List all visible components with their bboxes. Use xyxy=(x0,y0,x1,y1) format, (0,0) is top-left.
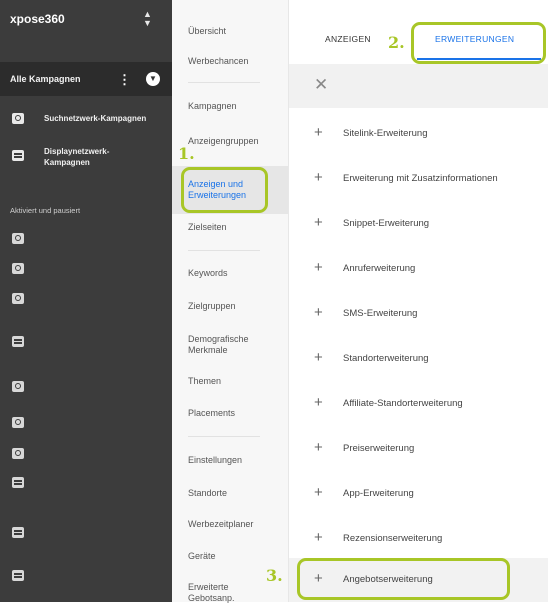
plus-icon: + xyxy=(314,304,323,321)
tab-ads[interactable]: ANZEIGEN xyxy=(325,34,371,44)
annotation-box-step-1 xyxy=(181,167,268,213)
extension-row-sms[interactable]: + SMS-Erweiterung xyxy=(289,292,548,336)
annotation-step-2: 2. xyxy=(388,33,405,52)
extension-label: Snippet-Erweiterung xyxy=(343,218,430,229)
extension-row-call[interactable]: + Anruferweiterung xyxy=(289,247,548,291)
expand-collapse-icon[interactable]: ▲ ▼ xyxy=(143,10,152,28)
search-icon[interactable] xyxy=(12,293,24,304)
search-icon[interactable] xyxy=(12,233,24,244)
plus-icon: + xyxy=(314,214,323,231)
nav-item-overview[interactable]: Übersicht xyxy=(188,26,283,37)
extension-row-price[interactable]: + Preiserweiterung xyxy=(289,427,548,471)
extension-row-app[interactable]: + App-Erweiterung xyxy=(289,472,548,516)
search-icon xyxy=(12,113,24,124)
account-name: xpose360 xyxy=(10,12,65,26)
plus-icon: + xyxy=(314,439,323,456)
extension-label: Erweiterung mit Zusatzinformationen xyxy=(343,173,498,184)
dropdown-circle-icon[interactable]: ▼ xyxy=(146,72,160,86)
extension-row-callout[interactable]: + Erweiterung mit Zusatzinformationen xyxy=(289,157,548,201)
extension-label: Affiliate-Standorterweiterung xyxy=(343,398,463,409)
annotation-step-1: 1. xyxy=(178,144,195,163)
nav-item-locations[interactable]: Standorte xyxy=(188,488,283,499)
nav-item-advanced-bid-adjustments[interactable]: Erweiterte Gebotsanp. xyxy=(188,582,260,604)
search-icon[interactable] xyxy=(12,263,24,274)
all-campaigns-label: Alle Kampagnen xyxy=(10,74,81,84)
sidebar-item-display-campaigns[interactable]: Displaynetzwerk-Kampagnen xyxy=(0,146,172,176)
sidebar-item-label: Suchnetzwerk-Kampagnen xyxy=(44,114,147,123)
close-icon[interactable]: ✕ xyxy=(314,75,328,95)
annotation-step-3: 3. xyxy=(266,566,283,585)
extension-label: SMS-Erweiterung xyxy=(343,308,418,319)
sidebar-item-label: Displaynetzwerk-Kampagnen xyxy=(44,147,110,167)
plus-icon: + xyxy=(314,529,323,546)
nav-item-ad-schedule[interactable]: Werbezeitplaner xyxy=(188,519,283,530)
nav-divider xyxy=(188,436,260,437)
plus-icon: + xyxy=(314,124,323,141)
extension-row-snippet[interactable]: + Snippet-Erweiterung xyxy=(289,202,548,246)
extension-label: Sitelink-Erweiterung xyxy=(343,128,428,139)
plus-icon: + xyxy=(314,349,323,366)
more-options-icon[interactable]: ⋮ xyxy=(118,72,131,88)
search-icon[interactable] xyxy=(12,448,24,459)
nav-item-landing-pages[interactable]: Zielseiten xyxy=(188,222,283,233)
plus-icon: + xyxy=(314,394,323,411)
extensions-panel: ANZEIGEN ERWEITERUNGEN ✕ + Sitelink-Erwe… xyxy=(288,0,548,602)
extension-row-affiliate-location[interactable]: + Affiliate-Standorterweiterung xyxy=(289,382,548,426)
extension-label: Standorterweiterung xyxy=(343,353,429,364)
nav-item-devices[interactable]: Geräte xyxy=(188,551,283,562)
extension-label: Anruferweiterung xyxy=(343,263,416,274)
annotation-box-step-2 xyxy=(411,22,546,64)
display-icon[interactable] xyxy=(12,336,24,347)
campaign-sidebar: xpose360 ▲ ▼ Alle Kampagnen ⋮ ▼ Suchnetzw… xyxy=(0,0,172,602)
search-icon[interactable] xyxy=(12,381,24,392)
display-icon[interactable] xyxy=(12,527,24,538)
extension-label: App-Erweiterung xyxy=(343,488,414,499)
display-icon xyxy=(12,150,24,161)
plus-icon: + xyxy=(314,259,323,276)
search-icon[interactable] xyxy=(12,417,24,428)
nav-divider xyxy=(188,250,260,251)
extension-label: Rezensionserweiterung xyxy=(343,533,443,544)
extension-row-review[interactable]: + Rezensionserweiterung xyxy=(289,517,548,561)
nav-item-placements[interactable]: Placements xyxy=(188,408,283,419)
nav-item-campaigns[interactable]: Kampagnen xyxy=(188,101,283,112)
nav-item-demographics[interactable]: Demografische Merkmale xyxy=(188,334,268,356)
nav-item-topics[interactable]: Themen xyxy=(188,376,283,387)
nav-item-audiences[interactable]: Zielgruppen xyxy=(188,301,283,312)
nav-item-ad-groups[interactable]: Anzeigengruppen xyxy=(188,136,283,147)
plus-icon: + xyxy=(314,169,323,186)
sidebar-item-search-campaigns[interactable]: Suchnetzwerk-Kampagnen xyxy=(0,110,172,126)
extension-row-sitelink[interactable]: + Sitelink-Erweiterung xyxy=(289,112,548,156)
display-icon[interactable] xyxy=(12,570,24,581)
account-switcher[interactable]: xpose360 ▲ ▼ xyxy=(0,0,172,60)
plus-icon: + xyxy=(314,484,323,501)
close-bar: ✕ xyxy=(289,64,548,108)
nav-divider xyxy=(188,82,260,83)
extension-label: Preiserweiterung xyxy=(343,443,415,454)
annotation-box-step-3 xyxy=(297,558,510,600)
page-navigation: Übersicht Werbechancen Kampagnen Anzeige… xyxy=(172,0,288,604)
nav-item-settings[interactable]: Einstellungen xyxy=(188,455,283,466)
all-campaigns-header[interactable]: Alle Kampagnen ⋮ ▼ xyxy=(0,62,172,96)
nav-item-opportunities[interactable]: Werbechancen xyxy=(188,56,283,67)
display-icon[interactable] xyxy=(12,477,24,488)
section-label: Aktiviert und pausiert xyxy=(10,206,81,215)
nav-item-keywords[interactable]: Keywords xyxy=(188,268,283,279)
extension-row-location[interactable]: + Standorterweiterung xyxy=(289,337,548,381)
